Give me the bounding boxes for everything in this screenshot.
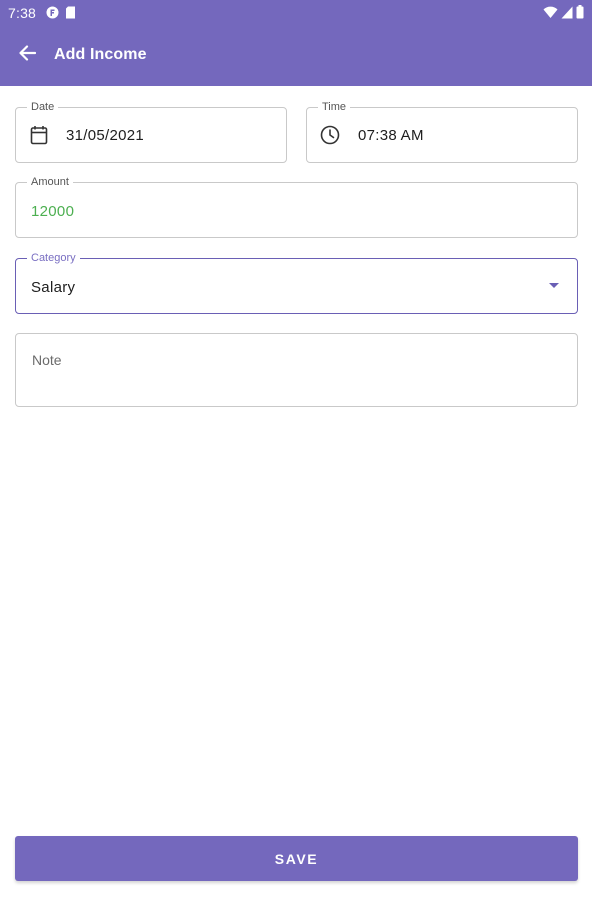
date-value: 31/05/2021 [66, 127, 145, 144]
status-right-icons [543, 5, 584, 19]
app-bar: 7:38 Add Income [0, 0, 592, 86]
arrow-back-icon [18, 44, 37, 67]
time-value: 07:38 AM [358, 127, 424, 144]
sd-card-icon [65, 6, 76, 19]
time-field[interactable]: Time 07:38 AM [306, 100, 578, 163]
status-time: 7:38 [8, 5, 37, 21]
note-field[interactable]: Note [15, 333, 578, 407]
app-notification-icon [46, 6, 59, 19]
wifi-icon [543, 6, 558, 19]
status-bar: 7:38 [0, 0, 592, 26]
battery-icon [576, 5, 584, 19]
date-label: Date [27, 100, 59, 114]
amount-field[interactable]: Amount 12000 [15, 175, 578, 238]
amount-value: 12000 [31, 203, 75, 220]
date-field[interactable]: Date 31/05/2021 [15, 100, 287, 163]
amount-label: Amount [27, 175, 73, 189]
category-dropdown[interactable]: Category Salary [15, 251, 578, 314]
signal-icon [561, 6, 573, 19]
dropdown-arrow-icon [549, 283, 559, 288]
toolbar: Add Income [0, 26, 592, 86]
category-value: Salary [31, 279, 76, 296]
status-left-icons [46, 6, 76, 19]
time-label: Time [318, 100, 351, 114]
calendar-icon [30, 125, 48, 145]
note-placeholder: Note [32, 352, 62, 368]
back-button[interactable] [8, 36, 46, 74]
clock-icon [320, 125, 340, 145]
page-title: Add Income [54, 46, 147, 63]
category-label: Category [27, 251, 80, 265]
save-button[interactable]: SAVE [15, 836, 578, 881]
